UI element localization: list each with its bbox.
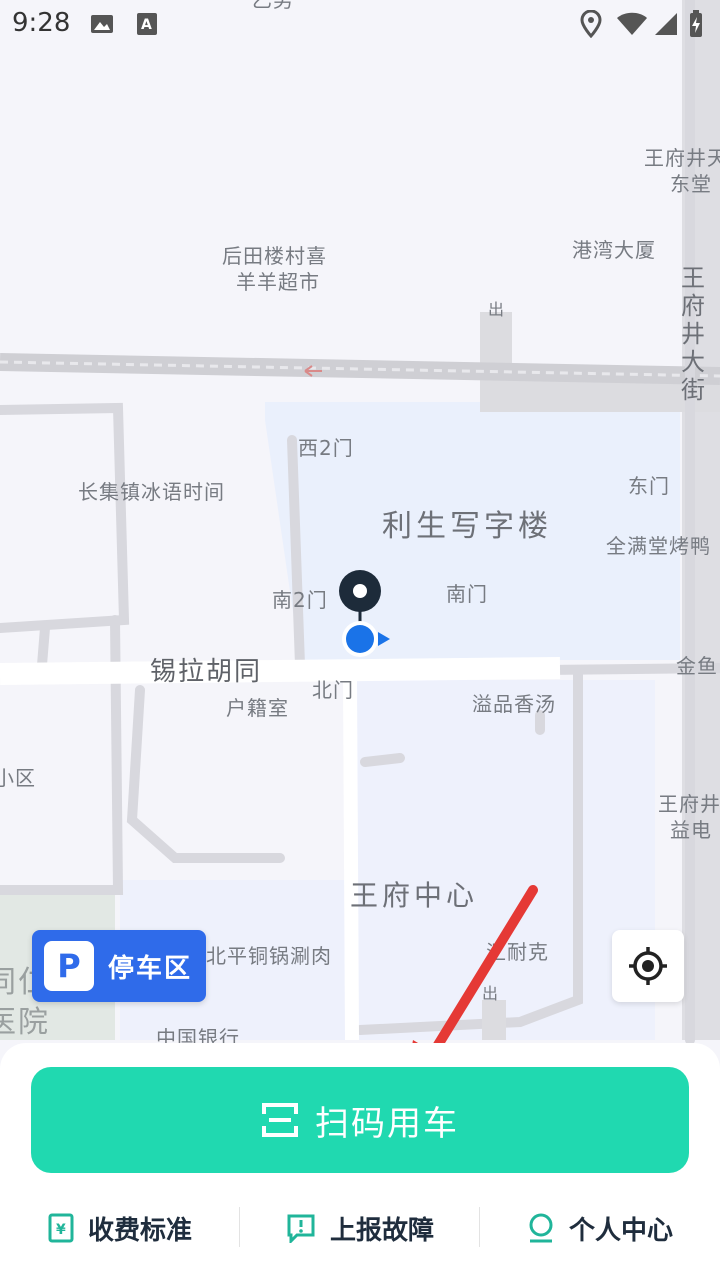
tab-report-fault-label: 上报故障: [329, 1215, 434, 1246]
map-label: 东门: [628, 474, 670, 498]
scan-to-ride-button[interactable]: 扫码用车: [31, 1067, 689, 1173]
map-label: 出: [488, 300, 506, 319]
map-label: 户籍室: [226, 696, 289, 720]
map-label: 长集镇冰语时间: [78, 480, 225, 504]
scan-to-ride-label: 扫码用车: [315, 1103, 459, 1144]
map-label: 港湾大厦: [572, 238, 656, 262]
location-status-icon: [580, 10, 602, 38]
map-label: 羊羊超市: [236, 270, 320, 294]
wifi-icon: [617, 12, 647, 35]
status-bar: 9:28 A: [0, 0, 720, 50]
map-label: 益电: [670, 818, 712, 842]
bottom-panel: 扫码用车 ¥ 收费标准 上报故障 个人中心: [0, 1043, 720, 1280]
tab-report-fault[interactable]: 上报故障: [240, 1193, 480, 1263]
user-icon: [529, 1213, 553, 1243]
parking-area-label: 停车区: [108, 953, 193, 984]
map-label: 北平铜锅涮肉: [206, 944, 332, 968]
map-label-street: 锡拉胡同: [150, 657, 263, 687]
map-label: 全满堂烤鸭: [606, 534, 711, 558]
map-label: 溢品香汤: [472, 692, 556, 716]
map-label: 汇耐克: [486, 940, 549, 964]
font-icon: A: [137, 13, 157, 35]
map-label: 北门: [312, 678, 354, 702]
map-label: 王府井天: [644, 146, 720, 170]
map-label: 小区: [0, 766, 36, 790]
battery-charging-icon: [690, 10, 702, 37]
map-label: 王府井: [658, 792, 720, 816]
crosshair-icon: [629, 947, 667, 985]
tab-profile[interactable]: 个人中心: [480, 1193, 720, 1263]
map-label-street: 王府井大街: [681, 264, 706, 404]
report-issue-icon: [287, 1214, 315, 1243]
bottom-tabs: ¥ 收费标准 上报故障 个人中心: [0, 1193, 720, 1263]
tab-profile-label: 个人中心: [568, 1215, 673, 1246]
map-label: 西2门: [298, 436, 354, 460]
parking-area-button[interactable]: P 停车区: [32, 930, 206, 1002]
scan-icon: [262, 1103, 298, 1137]
svg-text:A: A: [141, 17, 152, 33]
map-label: 出: [482, 984, 500, 1003]
svg-text:¥: ¥: [56, 1222, 66, 1238]
map-label: 东堂: [670, 172, 712, 196]
map-label-building: 王府中心: [350, 879, 479, 912]
tab-pricing[interactable]: ¥ 收费标准: [0, 1193, 240, 1263]
map-label: 后田楼村喜: [222, 244, 327, 268]
map-label: 医院: [0, 1005, 50, 1040]
map-label: 南门: [446, 582, 488, 606]
yuan-receipt-icon: ¥: [48, 1213, 74, 1243]
map-label-building: 利生写字楼: [382, 509, 552, 544]
locate-me-button[interactable]: [612, 930, 684, 1002]
cellular-signal-icon: [655, 13, 677, 35]
parking-icon: P: [44, 941, 94, 991]
status-time: 9:28: [12, 8, 71, 38]
map-label: 金鱼: [676, 654, 718, 678]
tab-pricing-label: 收费标准: [87, 1215, 192, 1246]
image-icon: [91, 15, 113, 33]
map-label: 南2门: [272, 588, 328, 612]
